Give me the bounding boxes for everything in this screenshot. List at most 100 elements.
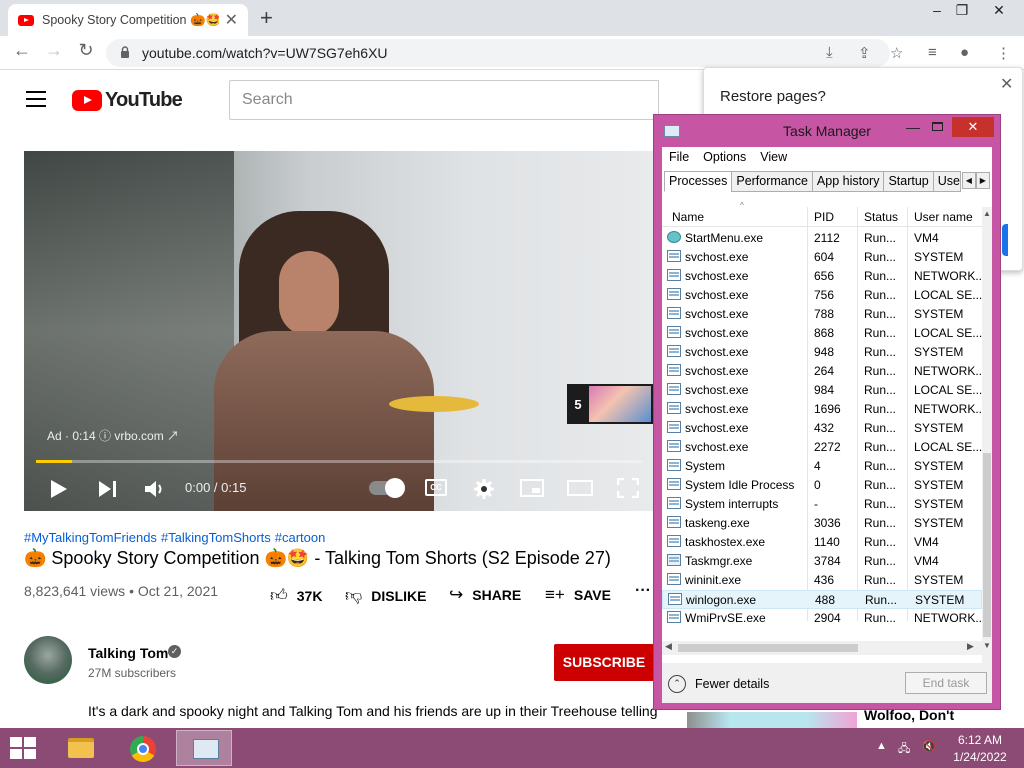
fewer-details-link[interactable]: Fewer details bbox=[695, 677, 769, 691]
end-task-button[interactable]: End task bbox=[905, 672, 987, 694]
restore-button[interactable] bbox=[1002, 224, 1008, 256]
scroll-right-icon[interactable]: ▶ bbox=[967, 641, 974, 652]
save-button[interactable]: ≡+ SAVE bbox=[545, 585, 611, 605]
tm-minimize-button[interactable]: — bbox=[906, 119, 920, 135]
like-button[interactable]: 👍︎ 37K bbox=[270, 585, 322, 606]
video-player[interactable]: Ad · 0:14 ⓘ vrbo.com ↗ 5 0:00 / 0:15 CC bbox=[24, 151, 654, 511]
tab-close-icon[interactable]: ✕ bbox=[225, 10, 238, 30]
process-row[interactable]: taskeng.exe 3036 Run... SYSTEM bbox=[662, 514, 982, 533]
taskbar-file-explorer[interactable] bbox=[52, 730, 108, 766]
process-row[interactable]: svchost.exe 948 Run... SYSTEM bbox=[662, 343, 982, 362]
new-tab-button[interactable]: + bbox=[260, 5, 273, 31]
process-row[interactable]: svchost.exe 264 Run... NETWORK... bbox=[662, 362, 982, 381]
close-window-button[interactable]: ✕ bbox=[984, 2, 1014, 19]
process-row[interactable]: svchost.exe 788 Run... SYSTEM bbox=[662, 305, 982, 324]
tm-close-button[interactable]: ✕ bbox=[952, 117, 994, 137]
column-user-name[interactable]: User name bbox=[914, 210, 973, 224]
next-icon[interactable] bbox=[98, 480, 118, 498]
clock-time[interactable]: 6:12 AM bbox=[950, 733, 1010, 747]
channel-avatar[interactable] bbox=[24, 636, 72, 684]
reload-button[interactable]: ↻ bbox=[74, 40, 98, 61]
process-row[interactable]: System interrupts - Run... SYSTEM bbox=[662, 495, 982, 514]
taskbar-task-manager[interactable] bbox=[176, 730, 232, 766]
scroll-left-icon[interactable]: ◀ bbox=[665, 641, 672, 652]
next-ad-preview[interactable]: 5 bbox=[567, 384, 654, 424]
chrome-menu-icon[interactable]: ⋮ bbox=[996, 44, 1011, 62]
tab-app-history[interactable]: App history bbox=[811, 171, 885, 192]
process-row[interactable]: svchost.exe 2272 Run... LOCAL SE... bbox=[662, 438, 982, 457]
menu-view[interactable]: View bbox=[760, 150, 787, 164]
autoplay-toggle[interactable] bbox=[369, 478, 405, 498]
process-row[interactable]: svchost.exe 868 Run... LOCAL SE... bbox=[662, 324, 982, 343]
hashtag-link[interactable]: #MyTalkingTomFriends bbox=[24, 530, 157, 545]
share-icon[interactable]: ⇪ bbox=[858, 44, 871, 62]
ad-label[interactable]: Ad · 0:14 ⓘ vrbo.com ↗ bbox=[47, 427, 179, 444]
lock-icon[interactable] bbox=[120, 46, 130, 58]
more-actions-icon[interactable]: ··· bbox=[635, 582, 651, 600]
scroll-down-icon[interactable]: ▼ bbox=[982, 641, 992, 650]
video-description[interactable]: It's a dark and spooky night and Talking… bbox=[88, 701, 658, 729]
restore-popup-close-icon[interactable]: ✕ bbox=[1000, 74, 1013, 94]
settings-gear-icon[interactable] bbox=[473, 478, 495, 500]
install-app-icon[interactable]: ⤓ bbox=[826, 44, 833, 61]
column-name[interactable]: ^ Name bbox=[672, 201, 744, 224]
youtube-logo[interactable]: YouTube bbox=[72, 89, 183, 112]
volume-muted-icon[interactable]: 🔇 bbox=[922, 740, 936, 753]
volume-icon[interactable] bbox=[144, 479, 166, 499]
vertical-scroll-thumb[interactable] bbox=[983, 453, 991, 637]
tab-scroll-right-icon[interactable]: ▶ bbox=[975, 172, 990, 189]
start-button-windows-icon[interactable] bbox=[10, 737, 38, 761]
dislike-button[interactable]: 👎︎ DISLIKE bbox=[345, 585, 427, 606]
hamburger-menu-icon[interactable] bbox=[26, 91, 46, 107]
process-row[interactable]: winlogon.exe 488 Run... SYSTEM bbox=[662, 590, 982, 609]
tab-users[interactable]: User bbox=[932, 171, 961, 192]
search-input[interactable]: Search bbox=[229, 80, 659, 120]
process-row[interactable]: svchost.exe 1696 Run... NETWORK... bbox=[662, 400, 982, 419]
network-icon[interactable]: 🖧 bbox=[898, 740, 910, 759]
chevron-up-icon[interactable]: ⌃ bbox=[668, 675, 686, 693]
column-pid[interactable]: PID bbox=[814, 210, 834, 224]
process-row[interactable]: StartMenu.exe 2112 Run... VM4 bbox=[662, 229, 982, 248]
back-button[interactable]: ← bbox=[10, 40, 34, 61]
fullscreen-icon[interactable] bbox=[617, 478, 639, 498]
show-hidden-icons-icon[interactable]: ▲ bbox=[876, 740, 887, 752]
progress-bar[interactable] bbox=[36, 460, 642, 463]
process-row[interactable]: svchost.exe 604 Run... SYSTEM bbox=[662, 248, 982, 267]
scroll-up-icon[interactable]: ▲ bbox=[982, 209, 992, 218]
hashtag-link[interactable]: #TalkingTomShorts bbox=[161, 530, 271, 545]
process-row[interactable]: System 4 Run... SYSTEM bbox=[662, 457, 982, 476]
taskbar-chrome[interactable] bbox=[114, 730, 170, 766]
subtitles-icon[interactable]: CC bbox=[425, 479, 447, 496]
tab-scroll-left-icon[interactable]: ◀ bbox=[961, 172, 976, 189]
miniplayer-icon[interactable] bbox=[520, 479, 544, 497]
restore-window-button[interactable]: ❐ bbox=[947, 2, 977, 19]
browser-tab[interactable]: Spooky Story Competition 🎃🤩 ✕ bbox=[8, 4, 248, 36]
task-manager-titlebar[interactable]: Task Manager — ✕ bbox=[654, 115, 1000, 147]
process-row[interactable]: System Idle Process 0 Run... SYSTEM bbox=[662, 476, 982, 495]
tab-processes[interactable]: Processes bbox=[664, 171, 733, 192]
share-button[interactable]: ↪ SHARE bbox=[449, 585, 521, 605]
profile-icon[interactable]: ● bbox=[960, 44, 969, 61]
menu-options[interactable]: Options bbox=[703, 150, 746, 164]
process-row[interactable]: svchost.exe 432 Run... SYSTEM bbox=[662, 419, 982, 438]
hashtag-link[interactable]: #cartoon bbox=[275, 530, 326, 545]
column-status[interactable]: Status bbox=[864, 210, 898, 224]
process-row[interactable]: svchost.exe 756 Run... LOCAL SE... bbox=[662, 286, 982, 305]
clock-date[interactable]: 1/24/2022 bbox=[950, 750, 1010, 764]
process-row[interactable]: WmiPrvSE.exe 2904 Run... NETWORK... bbox=[662, 609, 982, 628]
bookmark-star-icon[interactable]: ☆ bbox=[890, 44, 903, 62]
url-text[interactable]: youtube.com/watch?v=UW7SG7eh6XU bbox=[142, 45, 388, 61]
horizontal-scroll-thumb[interactable] bbox=[678, 644, 858, 652]
media-control-icon[interactable]: ≡ bbox=[928, 44, 937, 61]
play-icon[interactable] bbox=[50, 479, 68, 499]
vertical-scrollbar[interactable]: ▲ ▼ bbox=[982, 207, 992, 663]
tab-startup[interactable]: Startup bbox=[883, 171, 934, 192]
horizontal-scrollbar[interactable]: ◀ ▶ bbox=[662, 641, 982, 655]
forward-button[interactable]: → bbox=[42, 40, 66, 61]
subscribe-button[interactable]: SUBSCRIBE bbox=[554, 644, 654, 681]
process-row[interactable]: svchost.exe 656 Run... NETWORK... bbox=[662, 267, 982, 286]
channel-name[interactable]: Talking Tom bbox=[88, 645, 168, 661]
tm-maximize-button[interactable] bbox=[932, 122, 943, 131]
process-row[interactable]: taskhostex.exe 1140 Run... VM4 bbox=[662, 533, 982, 552]
menu-file[interactable]: File bbox=[669, 150, 689, 164]
